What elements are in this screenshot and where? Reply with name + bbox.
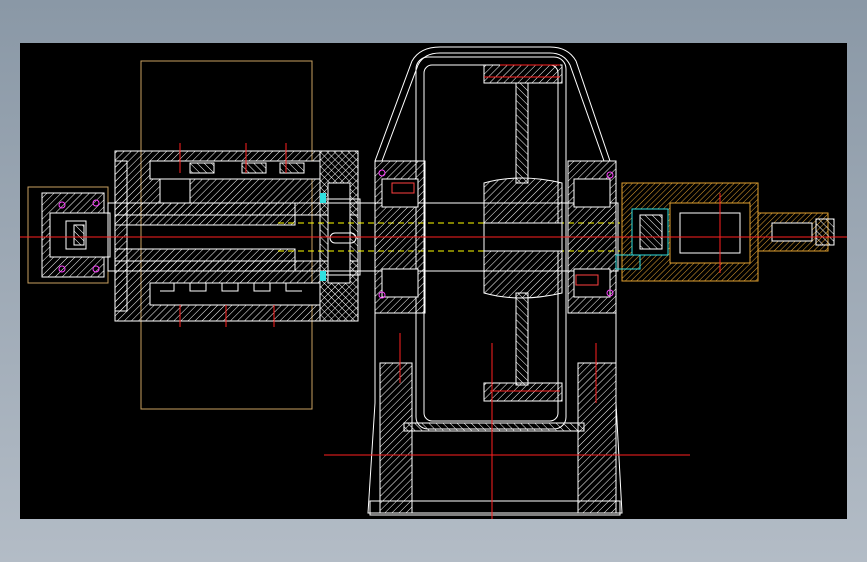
drum-outline-rect — [140, 60, 313, 410]
right-coupling — [621, 182, 835, 282]
left-end-cap — [27, 186, 111, 284]
left-spindle-housing — [114, 150, 359, 322]
large-gear — [483, 64, 563, 402]
cad-viewport[interactable] — [20, 43, 847, 519]
gearbox-cross-section-drawing — [20, 46, 847, 519]
